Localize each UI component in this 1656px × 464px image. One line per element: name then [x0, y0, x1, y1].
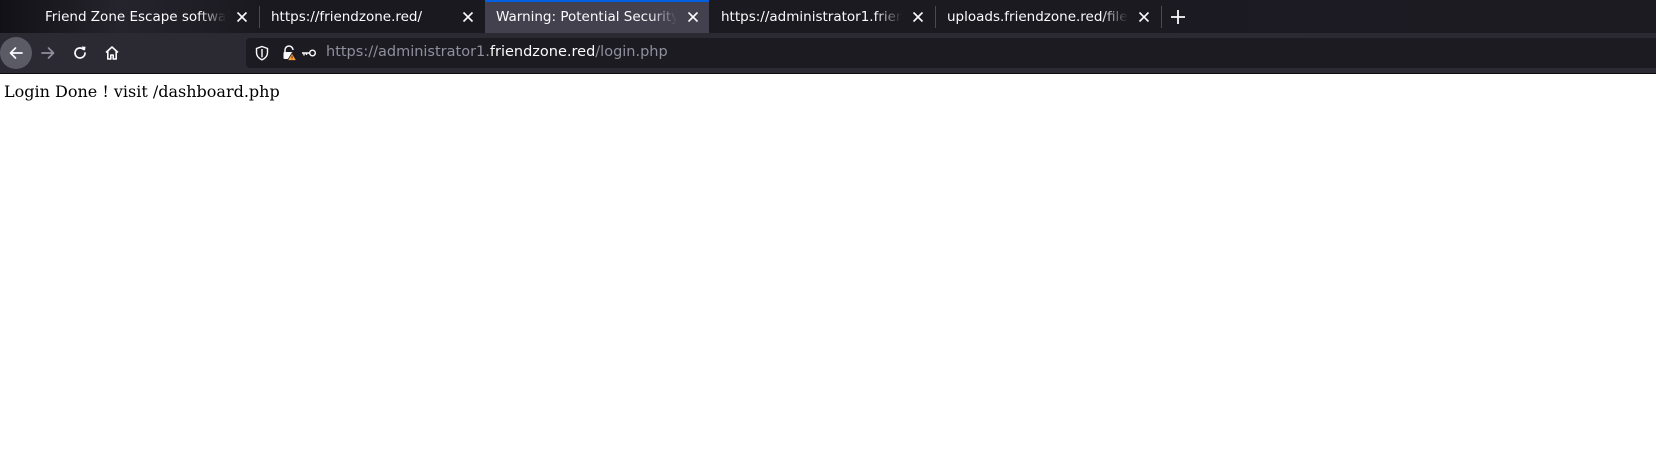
close-icon[interactable]: [460, 9, 476, 25]
tab-strip: Friend Zone Escape software https://frie…: [0, 0, 1656, 33]
tab-title: https://administrator1.friendzone.red/: [721, 8, 902, 25]
url-path: /login.php: [595, 44, 668, 60]
tab-title: Warning: Potential Security Risk Ahead: [496, 8, 677, 25]
close-icon[interactable]: [910, 9, 926, 25]
insecure-lock-icon[interactable]: [281, 45, 298, 61]
login-message: Login Done ! visit /dashboard.php: [4, 82, 280, 101]
close-icon[interactable]: [234, 9, 250, 25]
url-scheme: https://administrator1.: [326, 44, 490, 60]
reload-icon: [74, 46, 86, 59]
url-host: friendzone.red: [489, 44, 596, 60]
tab-friendzone-red[interactable]: https://friendzone.red/: [260, 0, 484, 33]
tab-title: Friend Zone Escape software: [45, 8, 226, 25]
page-content: Login Done ! visit /dashboard.php: [0, 74, 1656, 464]
new-tab-button[interactable]: [1163, 0, 1193, 33]
navigation-toolbar: https://administrator1.friendzone.red/lo…: [0, 33, 1656, 74]
tab-uploads[interactable]: uploads.friendzone.red/files/: [936, 0, 1160, 33]
tab-security-warning[interactable]: Warning: Potential Security Risk Ahead: [485, 0, 709, 33]
url-text[interactable]: https://administrator1.friendzone.red/lo…: [326, 44, 668, 60]
forward-arrow-icon: [41, 47, 55, 59]
plus-icon: [1171, 9, 1185, 24]
close-icon[interactable]: [685, 9, 701, 25]
tab-administrator1[interactable]: https://administrator1.friendzone.red/: [710, 0, 934, 33]
tab-title: uploads.friendzone.red/files/: [947, 8, 1128, 25]
key-icon[interactable]: [301, 45, 317, 61]
shield-icon[interactable]: [254, 45, 270, 61]
tab-friend-zone-escape[interactable]: Friend Zone Escape software: [34, 0, 258, 33]
forward-button[interactable]: [32, 37, 64, 69]
back-button[interactable]: [0, 37, 32, 69]
reload-button[interactable]: [64, 37, 96, 69]
tab-title: https://friendzone.red/: [271, 8, 423, 25]
back-arrow-icon: [9, 47, 23, 59]
tab-separator: [1161, 6, 1162, 28]
home-icon: [105, 46, 119, 60]
home-button[interactable]: [96, 37, 128, 69]
close-icon[interactable]: [1136, 9, 1152, 25]
url-bar[interactable]: https://administrator1.friendzone.red/lo…: [246, 38, 1656, 68]
